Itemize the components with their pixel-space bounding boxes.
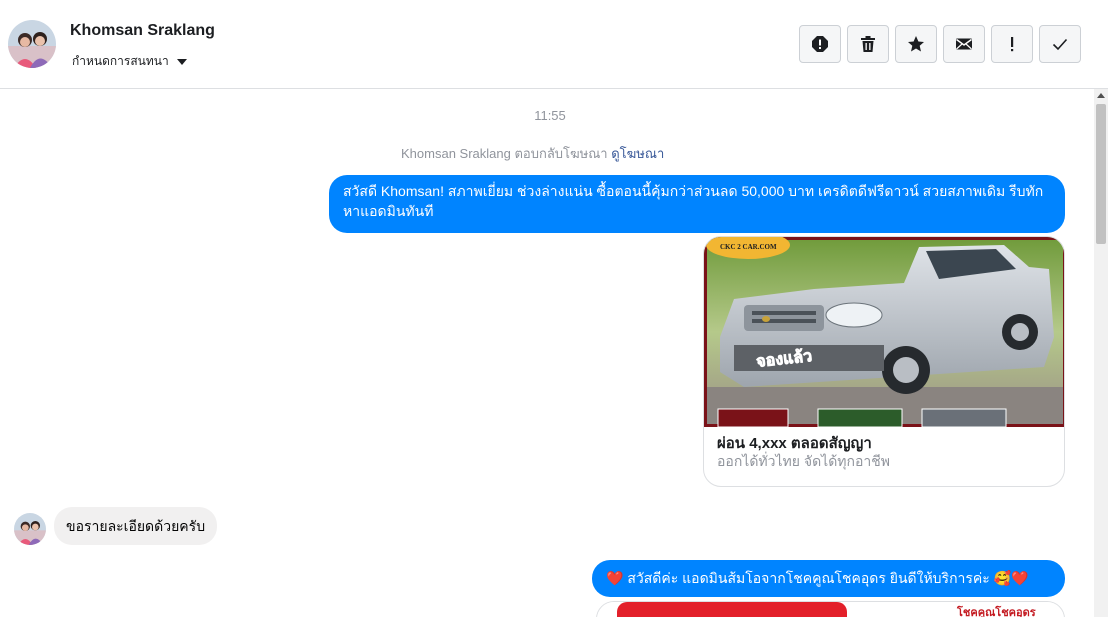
- mark-spam-button[interactable]: [799, 25, 841, 63]
- ad-logo-text: CKC 2 CAR.COM: [720, 243, 777, 251]
- second-ad-card-text: โชคคูณโชคอุดร: [956, 605, 1036, 617]
- outgoing-message-greeting[interactable]: ❤️ สวัสดีค่ะ แอดมินส้มโอจากโชคคูณโชคอุดร…: [592, 560, 1065, 597]
- ad-reply-note: Khomsan Sraklang ตอบกลับโฆษณา ดูโฆษณา: [401, 143, 664, 164]
- sender-avatar: [14, 513, 46, 545]
- star-icon: [908, 36, 924, 52]
- trash-icon: [861, 36, 875, 52]
- conversation-settings[interactable]: กำหนดการสนทนา: [72, 52, 187, 71]
- check-icon: [1052, 38, 1068, 51]
- ad-card-description: ออกได้ทั่วไทย จัดได้ทุกอาชีพ: [717, 453, 891, 469]
- view-ad-link[interactable]: ดูโฆษณา: [611, 146, 664, 161]
- second-ad-card[interactable]: โชคคูณโชคอุดร: [596, 601, 1065, 617]
- ad-image: CKC 2 CAR.COM จองแล้ว: [704, 237, 1064, 430]
- contact-name[interactable]: Khomsan Sraklang: [70, 22, 215, 40]
- spam-icon: [812, 36, 828, 52]
- exclamation-icon: [1011, 37, 1014, 52]
- mark-done-button[interactable]: [1039, 25, 1081, 63]
- thread-scrollbar[interactable]: [1094, 89, 1108, 617]
- mark-unread-button[interactable]: [943, 25, 985, 63]
- conversation-settings-label: กำหนดการสนทนา: [72, 54, 169, 68]
- contact-avatar[interactable]: [8, 20, 56, 68]
- star-button[interactable]: [895, 25, 937, 63]
- mail-icon: [956, 38, 972, 50]
- caret-down-icon: [176, 58, 187, 65]
- incoming-message[interactable]: ขอรายละเอียดด้วยครับ: [54, 507, 218, 545]
- outgoing-message[interactable]: สวัสดี Khomsan! สภาพเยี่ยม ช่วงล่างแน่น …: [329, 175, 1065, 233]
- scrollbar-thumb[interactable]: [1096, 104, 1106, 244]
- ad-reply-note-text: Khomsan Sraklang ตอบกลับโฆษณา: [401, 146, 608, 161]
- conversation-header: Khomsan Sraklang กำหนดการสนทนา: [0, 0, 1108, 89]
- ad-card[interactable]: CKC 2 CAR.COM จองแล้ว ผ่อน 4,xxx ตลอดสัญ…: [703, 236, 1065, 487]
- follow-up-button[interactable]: [991, 25, 1033, 63]
- header-actions: [799, 25, 1081, 63]
- scroll-up-icon[interactable]: [1097, 93, 1105, 98]
- message-timestamp: 11:55: [534, 108, 566, 123]
- delete-button[interactable]: [847, 25, 889, 63]
